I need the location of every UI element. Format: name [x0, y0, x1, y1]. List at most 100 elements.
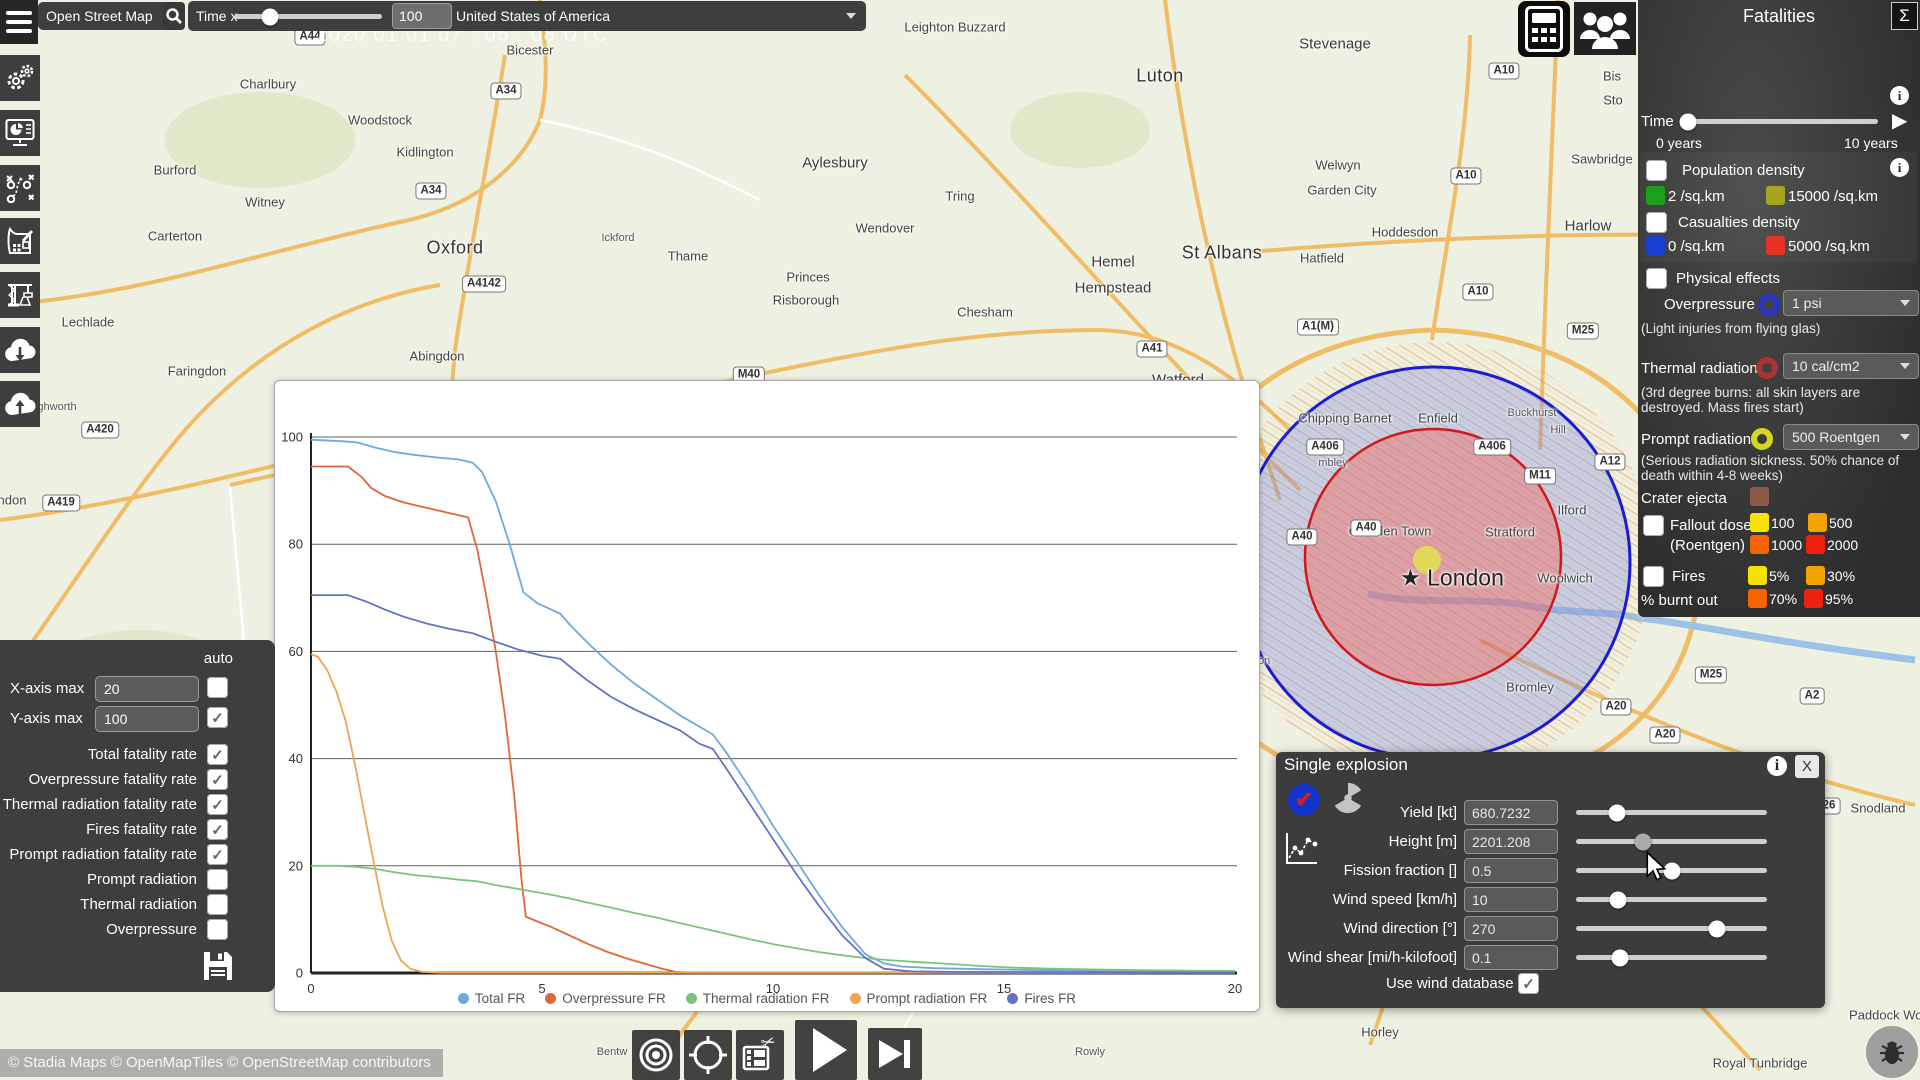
level-label: 500	[1829, 515, 1853, 531]
play-simulation-button[interactable]	[795, 1020, 857, 1080]
thermal-ring-icon[interactable]	[1756, 357, 1778, 379]
bullseye-icon	[639, 1038, 673, 1072]
fatalities-time-slider[interactable]	[1679, 113, 1878, 130]
population-button[interactable]	[1574, 2, 1636, 55]
parameter-row: Wind direction [°] 270	[1276, 916, 1825, 942]
record-ground-zero-button[interactable]	[632, 1030, 680, 1080]
level-label: 30%	[1827, 568, 1856, 584]
population-density-checkbox[interactable]	[1646, 160, 1667, 181]
overpressure-ring-icon[interactable]	[1758, 294, 1780, 316]
y-axis-max-input[interactable]	[95, 706, 199, 732]
parameter-slider[interactable]	[1576, 949, 1767, 966]
sidebar-download-button[interactable]	[0, 327, 40, 373]
map-style-value: Open Street Map	[46, 8, 153, 24]
explosion-radii-overlay[interactable]	[1236, 365, 1632, 761]
x-axis-max-input[interactable]	[95, 676, 199, 702]
series-toggle-checkbox[interactable]	[207, 794, 228, 815]
sidebar-upload-button[interactable]	[0, 381, 40, 427]
single-explosion-panel: Single explosion i X ✔ Yield [kt] 680.723…	[1276, 752, 1825, 1008]
series-toggle-label: Overpressure fatality rate	[28, 771, 197, 788]
x-axis-auto-checkbox[interactable]	[207, 677, 228, 698]
thermal-select[interactable]: 10 cal/cm2	[1783, 353, 1919, 379]
population-density-label: Population density	[1682, 162, 1805, 179]
parameter-knob[interactable]	[1608, 804, 1626, 821]
parameter-knob[interactable]	[1708, 920, 1726, 937]
physical-effects-checkbox[interactable]	[1646, 268, 1667, 289]
time-info-icon[interactable]: i	[1890, 86, 1909, 105]
parameter-input[interactable]: 10	[1464, 887, 1558, 912]
parameter-slider[interactable]	[1576, 804, 1767, 821]
parameter-knob[interactable]	[1611, 949, 1629, 966]
country-select[interactable]: United States of America	[446, 1, 866, 31]
legend-item[interactable]: Thermal radiation FR	[685, 991, 830, 1006]
legend-item[interactable]: Prompt radiation FR	[849, 991, 987, 1006]
parameter-input[interactable]: 270	[1464, 916, 1558, 941]
time-multiplier-slider[interactable]	[234, 8, 382, 25]
parameter-input[interactable]: 2201.208	[1464, 829, 1558, 854]
panel-title: Single explosion	[1284, 755, 1408, 774]
parameter-slider[interactable]	[1576, 891, 1767, 908]
overpressure-select[interactable]: 1 psi	[1783, 290, 1919, 316]
hamburger-menu-button[interactable]	[0, 0, 38, 44]
level-swatch	[1750, 513, 1769, 532]
parameter-input[interactable]: 680.7232	[1464, 800, 1558, 825]
parameter-input[interactable]: 0.5	[1464, 858, 1558, 883]
close-button[interactable]: X	[1795, 755, 1819, 778]
legend-item[interactable]: Overpressure FR	[545, 991, 666, 1006]
sum-button[interactable]: Σ	[1891, 2, 1918, 30]
level-label: 70%	[1769, 591, 1798, 607]
series-toggle-checkbox[interactable]	[207, 844, 228, 865]
casualties-density-checkbox[interactable]	[1646, 212, 1667, 233]
chart-legend: Total FR Overpressure FR Thermal radiation…	[275, 991, 1259, 1006]
center-target-button[interactable]	[684, 1030, 732, 1080]
sidebar-dashboard-button[interactable]	[0, 110, 40, 156]
parameter-knob[interactable]	[1634, 833, 1652, 850]
series-toggle-checkbox[interactable]	[207, 869, 228, 890]
series-toggle-checkbox[interactable]	[207, 894, 228, 915]
time-multiplier-input[interactable]: 100	[392, 3, 452, 29]
parameter-slider[interactable]	[1576, 920, 1767, 937]
series-toggle-checkbox[interactable]	[207, 819, 228, 840]
play-time-button[interactable]: ▶	[1892, 108, 1907, 133]
search-button[interactable]	[163, 2, 185, 30]
legend-label: Overpressure FR	[562, 991, 666, 1006]
parameter-label: Wind shear [mi/h-kilofoot]	[1287, 949, 1457, 966]
fires-checkbox[interactable]	[1643, 566, 1664, 587]
save-chart-button[interactable]	[198, 946, 238, 986]
explosion-info-icon[interactable]: i	[1767, 756, 1787, 776]
legend-item[interactable]: Fires FR	[1007, 991, 1076, 1006]
crane-icon	[7, 284, 33, 307]
panel-title: Fatalities	[1742, 6, 1816, 26]
series-toggle-checkbox[interactable]	[207, 744, 228, 765]
sidebar-construction-button[interactable]	[0, 272, 40, 318]
sidebar-planning-button[interactable]	[0, 218, 40, 264]
parameter-input[interactable]: 0.1	[1464, 945, 1558, 970]
fallout-dose-checkbox[interactable]	[1643, 515, 1664, 536]
parameter-knob[interactable]	[1609, 891, 1627, 908]
legend-item[interactable]: Total FR	[457, 991, 526, 1006]
wind-db-checkbox[interactable]	[1518, 973, 1539, 994]
time-multiplier-knob[interactable]	[261, 8, 279, 25]
fatalities-time-knob[interactable]	[1679, 113, 1697, 130]
map-attribution: © Stadia Maps © OpenMapTiles © OpenStree…	[0, 1049, 443, 1077]
parameter-slider[interactable]	[1576, 862, 1767, 879]
parameter-knob[interactable]	[1663, 862, 1680, 879]
sidebar-settings-button[interactable]	[0, 55, 40, 101]
bug-report-button[interactable]	[1866, 1026, 1918, 1078]
hamburger-icon	[6, 11, 32, 15]
overpressure-note: (Light injuries from flying glas)	[1641, 321, 1821, 336]
sidebar-strategy-button[interactable]	[0, 165, 40, 211]
population-info-icon[interactable]: i	[1890, 158, 1909, 177]
record-clip-button[interactable]: ✂	[736, 1030, 784, 1080]
series-toggle-label: Prompt radiation	[86, 871, 197, 888]
y-axis-auto-checkbox[interactable]	[207, 707, 228, 728]
prompt-ring-icon[interactable]	[1751, 428, 1773, 450]
parameter-slider[interactable]	[1576, 833, 1767, 850]
series-toggle-checkbox[interactable]	[207, 919, 228, 940]
prompt-select[interactable]: 500 Roentgen	[1783, 424, 1919, 450]
series-toggle-checkbox[interactable]	[207, 769, 228, 790]
skip-next-button[interactable]	[868, 1028, 922, 1080]
legend-label: Total FR	[474, 991, 526, 1006]
map-style-select[interactable]: Open Street Map	[38, 2, 176, 30]
calculator-button[interactable]	[1518, 1, 1570, 57]
